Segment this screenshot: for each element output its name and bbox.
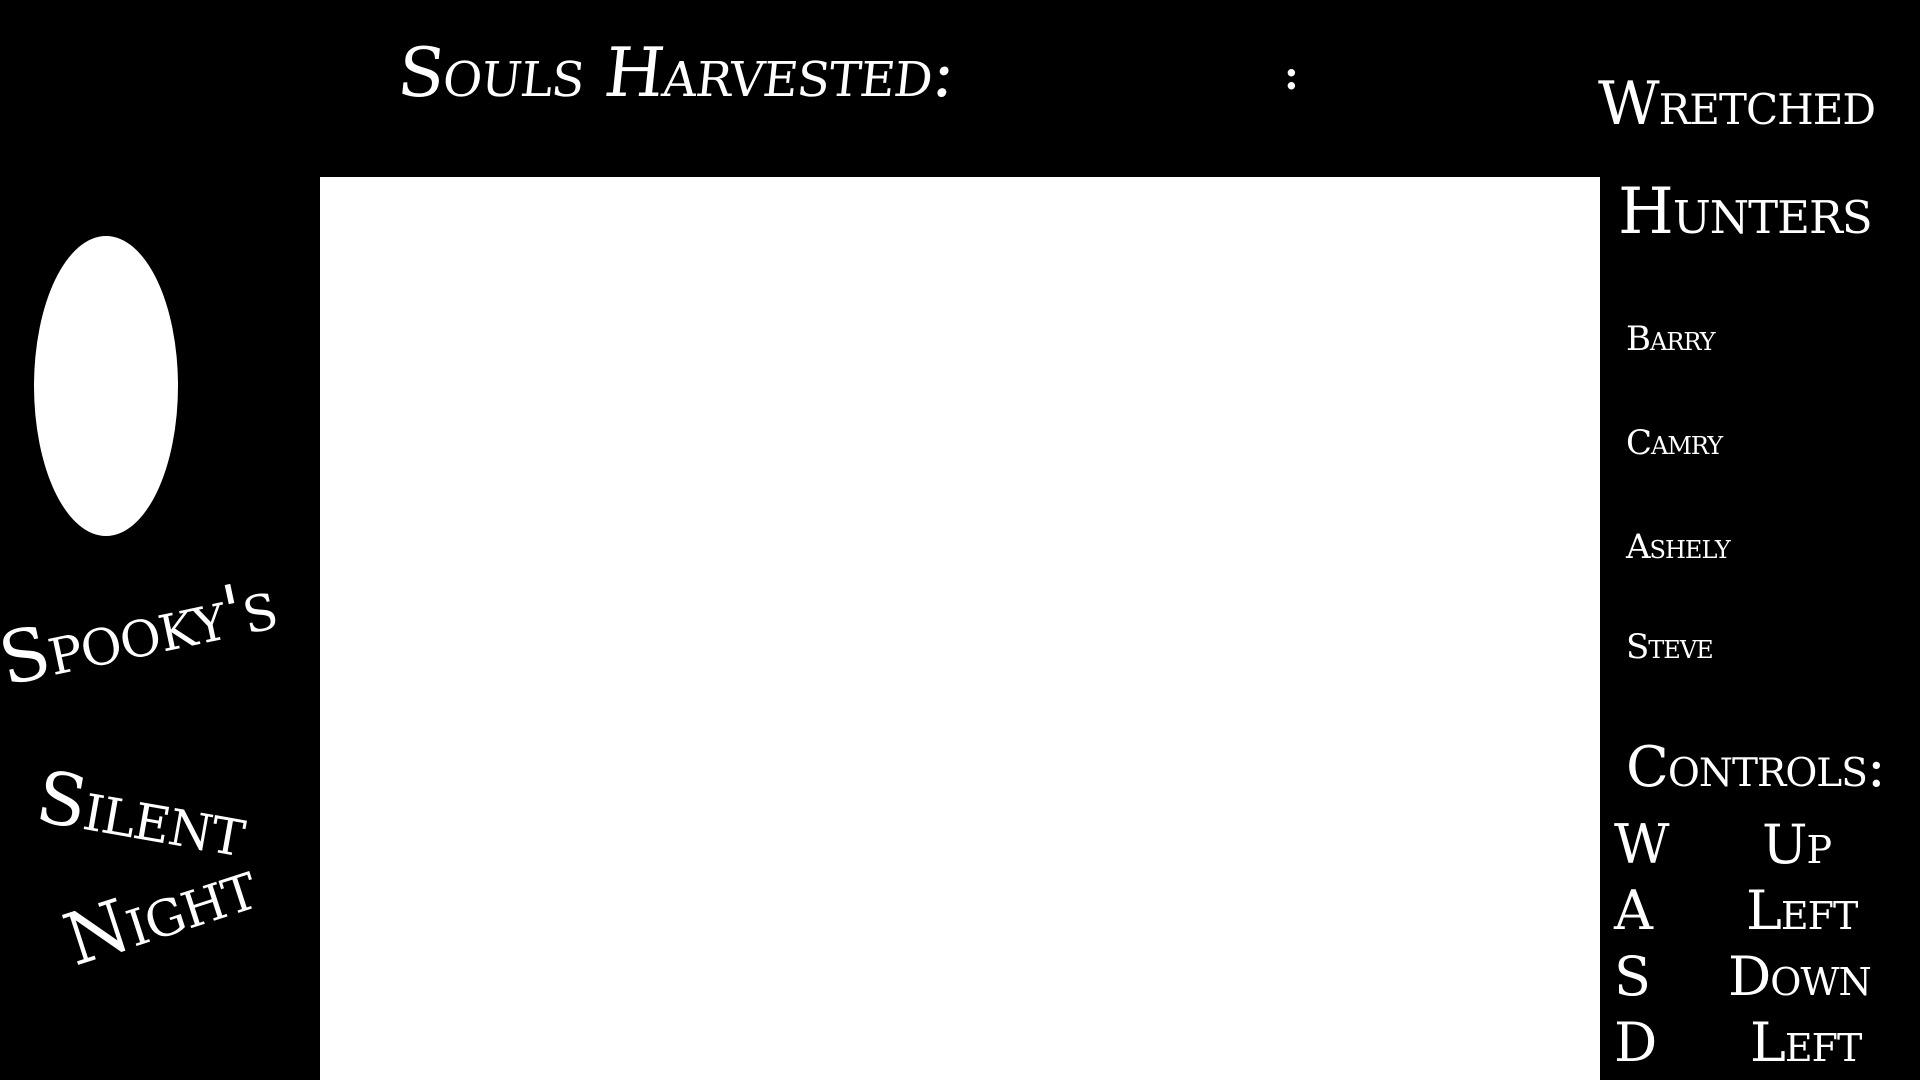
hunter-name: Camry — [1626, 423, 1723, 463]
hunter-name: Barry — [1626, 319, 1716, 359]
hunter-name: Ashely — [1626, 527, 1731, 567]
hunters-heading-line-1: Wretched — [1598, 69, 1876, 139]
game-title-line-1: Spooky's — [0, 561, 284, 702]
control-action: Left — [1746, 879, 1858, 942]
control-key: W — [1614, 813, 1670, 876]
souls-harvested-value: : — [1284, 52, 1299, 99]
controls-heading: Controls: — [1626, 735, 1886, 800]
game-canvas[interactable] — [320, 177, 1600, 1080]
hunters-heading-line-2: Hunters — [1618, 175, 1873, 249]
control-action: Left — [1750, 1011, 1862, 1074]
game-title-line-3: Night — [54, 842, 266, 983]
souls-harvested-label: Souls Harvested: — [393, 34, 959, 113]
control-key: D — [1614, 1011, 1657, 1074]
moon-icon — [34, 236, 178, 536]
control-action: Down — [1728, 945, 1872, 1008]
control-action: Up — [1762, 813, 1832, 876]
hunter-name: Steve — [1626, 627, 1714, 667]
game-screen: Souls Harvested: : Spooky's Silent Night… — [0, 0, 1920, 1080]
control-key: S — [1614, 945, 1651, 1008]
control-key: A — [1614, 879, 1653, 942]
